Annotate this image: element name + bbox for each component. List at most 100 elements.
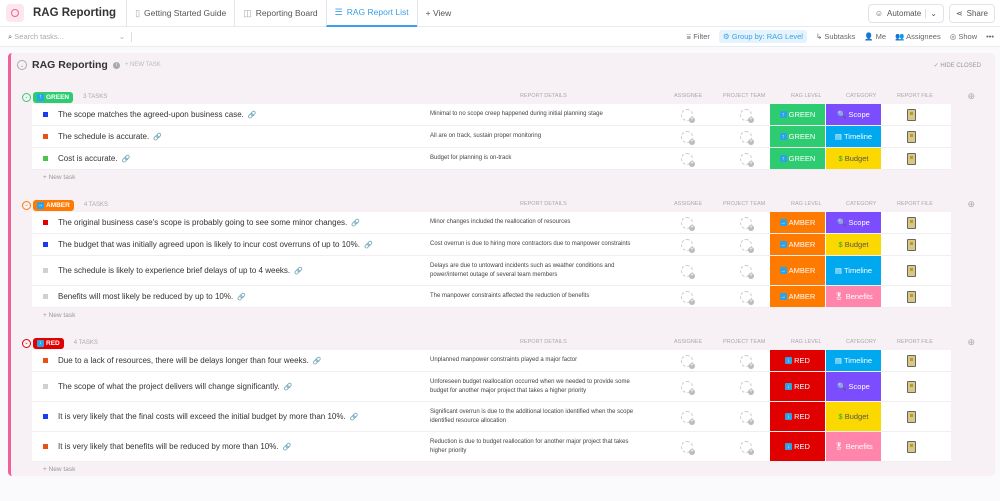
attachment-icon[interactable]: 🔗 xyxy=(350,413,359,421)
add-assignee-icon[interactable] xyxy=(681,410,695,425)
status-indicator[interactable] xyxy=(43,414,48,419)
report-file-icon[interactable] xyxy=(906,440,916,453)
add-assignee-icon[interactable] xyxy=(681,130,695,145)
status-indicator[interactable] xyxy=(43,444,48,449)
add-team-icon[interactable] xyxy=(740,108,754,123)
task-name[interactable]: Benefits will most likely be reduced by … xyxy=(58,292,233,301)
add-team-icon[interactable] xyxy=(740,410,754,425)
attachment-icon[interactable]: 🔗 xyxy=(283,443,292,451)
report-file-icon[interactable] xyxy=(906,130,916,143)
report-file-icon[interactable] xyxy=(906,380,916,393)
task-row[interactable]: Benefits will most likely be reduced by … xyxy=(32,286,951,308)
attachment-icon[interactable]: 🔗 xyxy=(122,155,131,163)
rag-level-cell[interactable]: → AMBER xyxy=(770,256,826,285)
add-column-icon[interactable]: ⊕ xyxy=(967,199,975,210)
collapse-group-icon[interactable]: ⌄ xyxy=(22,92,31,102)
rag-level-cell[interactable]: → AMBER xyxy=(770,286,826,307)
chevron-down-icon[interactable]: ⌄ xyxy=(925,9,937,18)
category-cell[interactable]: ▤ Timeline xyxy=(826,256,882,285)
report-file-icon[interactable] xyxy=(906,264,916,277)
rag-level-cell[interactable]: ↓ RED xyxy=(770,350,826,371)
category-cell[interactable]: 🔍 Scope xyxy=(826,104,882,125)
report-file-icon[interactable] xyxy=(906,216,916,229)
report-file-icon[interactable] xyxy=(906,290,916,303)
report-file-icon[interactable] xyxy=(906,152,916,165)
category-cell[interactable]: 🎖 Benefits xyxy=(826,432,882,461)
tab-rag-report-list[interactable]: ☰ RAG Report List xyxy=(325,0,417,27)
add-team-icon[interactable] xyxy=(740,380,754,395)
add-view-button[interactable]: + View xyxy=(416,0,460,27)
category-cell[interactable]: ▤ Timeline xyxy=(826,350,882,371)
attachment-icon[interactable]: 🔗 xyxy=(364,241,373,249)
add-assignee-icon[interactable] xyxy=(681,380,695,395)
task-row[interactable]: Cost is accurate. 🔗 Budget for planning i… xyxy=(32,148,951,170)
task-row[interactable]: The budget that was initially agreed upo… xyxy=(32,234,951,256)
add-team-icon[interactable] xyxy=(740,264,754,279)
report-file-icon[interactable] xyxy=(906,354,916,367)
assignees-button[interactable]: 👥 Assignees xyxy=(895,32,941,41)
category-cell[interactable]: ▤ Timeline xyxy=(826,126,882,147)
group-by-button[interactable]: ⚙ Group by: RAG Level xyxy=(718,30,807,43)
add-team-icon[interactable] xyxy=(740,238,754,253)
task-row[interactable]: It is very likely that benefits will be … xyxy=(32,432,951,462)
add-team-icon[interactable] xyxy=(740,354,754,369)
task-row[interactable]: The original business case's scope is pr… xyxy=(32,212,951,234)
attachment-icon[interactable]: 🔗 xyxy=(248,111,257,119)
category-cell[interactable]: $ Budget xyxy=(826,234,882,255)
add-assignee-icon[interactable] xyxy=(681,238,695,253)
category-cell[interactable]: 🎖 Benefits xyxy=(826,286,882,307)
show-button[interactable]: ◎ Show xyxy=(950,32,977,41)
add-team-icon[interactable] xyxy=(740,290,754,305)
task-row[interactable]: The scope of what the project delivers w… xyxy=(32,372,951,402)
add-team-icon[interactable] xyxy=(740,216,754,231)
task-name[interactable]: The original business case's scope is pr… xyxy=(58,218,347,227)
chevron-down-icon[interactable]: ⌄ xyxy=(119,32,125,41)
add-column-icon[interactable]: ⊕ xyxy=(967,337,975,348)
status-indicator[interactable] xyxy=(43,384,48,389)
filter-button[interactable]: ⩸ Filter xyxy=(687,32,710,42)
automate-button[interactable]: ☺ Automate ⌄ xyxy=(867,4,944,23)
add-column-icon[interactable]: ⊕ xyxy=(967,91,975,102)
rag-level-cell[interactable]: → AMBER xyxy=(770,212,826,233)
search-input[interactable]: ⌕ Search tasks... ⌄ xyxy=(8,31,132,42)
rag-level-cell[interactable]: ↓ RED xyxy=(770,402,826,431)
rag-level-cell[interactable]: ↑ GREEN xyxy=(770,104,826,125)
rag-level-cell[interactable]: ↓ RED xyxy=(770,432,826,461)
more-icon[interactable]: ••• xyxy=(986,32,994,41)
status-indicator[interactable] xyxy=(43,220,48,225)
task-row[interactable]: The scope matches the agreed-upon busine… xyxy=(32,104,951,126)
add-assignee-icon[interactable] xyxy=(681,440,695,455)
attachment-icon[interactable]: 🔗 xyxy=(351,219,360,227)
attachment-icon[interactable]: 🔗 xyxy=(284,383,293,391)
task-name[interactable]: The scope of what the project delivers w… xyxy=(58,382,280,391)
collapse-group-icon[interactable]: ⌄ xyxy=(22,338,31,348)
attachment-icon[interactable]: 🔗 xyxy=(237,293,246,301)
report-file-icon[interactable] xyxy=(906,108,916,121)
add-assignee-icon[interactable] xyxy=(681,152,695,167)
report-file-icon[interactable] xyxy=(906,410,916,423)
add-task-button[interactable]: + New task xyxy=(43,312,995,319)
new-task-button[interactable]: + NEW TASK xyxy=(125,62,161,68)
status-indicator[interactable] xyxy=(43,134,48,139)
category-cell[interactable]: $ Budget xyxy=(826,148,882,169)
task-name[interactable]: The scope matches the agreed-upon busine… xyxy=(58,110,244,119)
task-name[interactable]: The schedule is likely to experience bri… xyxy=(58,266,290,275)
add-assignee-icon[interactable] xyxy=(681,290,695,305)
rag-level-cell[interactable]: ↑ GREEN xyxy=(770,148,826,169)
status-indicator[interactable] xyxy=(43,294,48,299)
task-row[interactable]: The schedule is likely to experience bri… xyxy=(32,256,951,286)
rag-level-cell[interactable]: → AMBER xyxy=(770,234,826,255)
add-assignee-icon[interactable] xyxy=(681,108,695,123)
add-team-icon[interactable] xyxy=(740,440,754,455)
task-name[interactable]: Cost is accurate. xyxy=(58,154,118,163)
add-assignee-icon[interactable] xyxy=(681,354,695,369)
attachment-icon[interactable]: 🔗 xyxy=(153,133,162,141)
status-indicator[interactable] xyxy=(43,112,48,117)
attachment-icon[interactable]: 🔗 xyxy=(294,267,303,275)
collapse-group-icon[interactable]: ⌄ xyxy=(22,200,31,210)
report-file-icon[interactable] xyxy=(906,238,916,251)
task-row[interactable]: It is very likely that the final costs w… xyxy=(32,402,951,432)
category-cell[interactable]: 🔍 Scope xyxy=(826,212,882,233)
add-assignee-icon[interactable] xyxy=(681,264,695,279)
task-name[interactable]: Due to a lack of resources, there will b… xyxy=(58,356,309,365)
